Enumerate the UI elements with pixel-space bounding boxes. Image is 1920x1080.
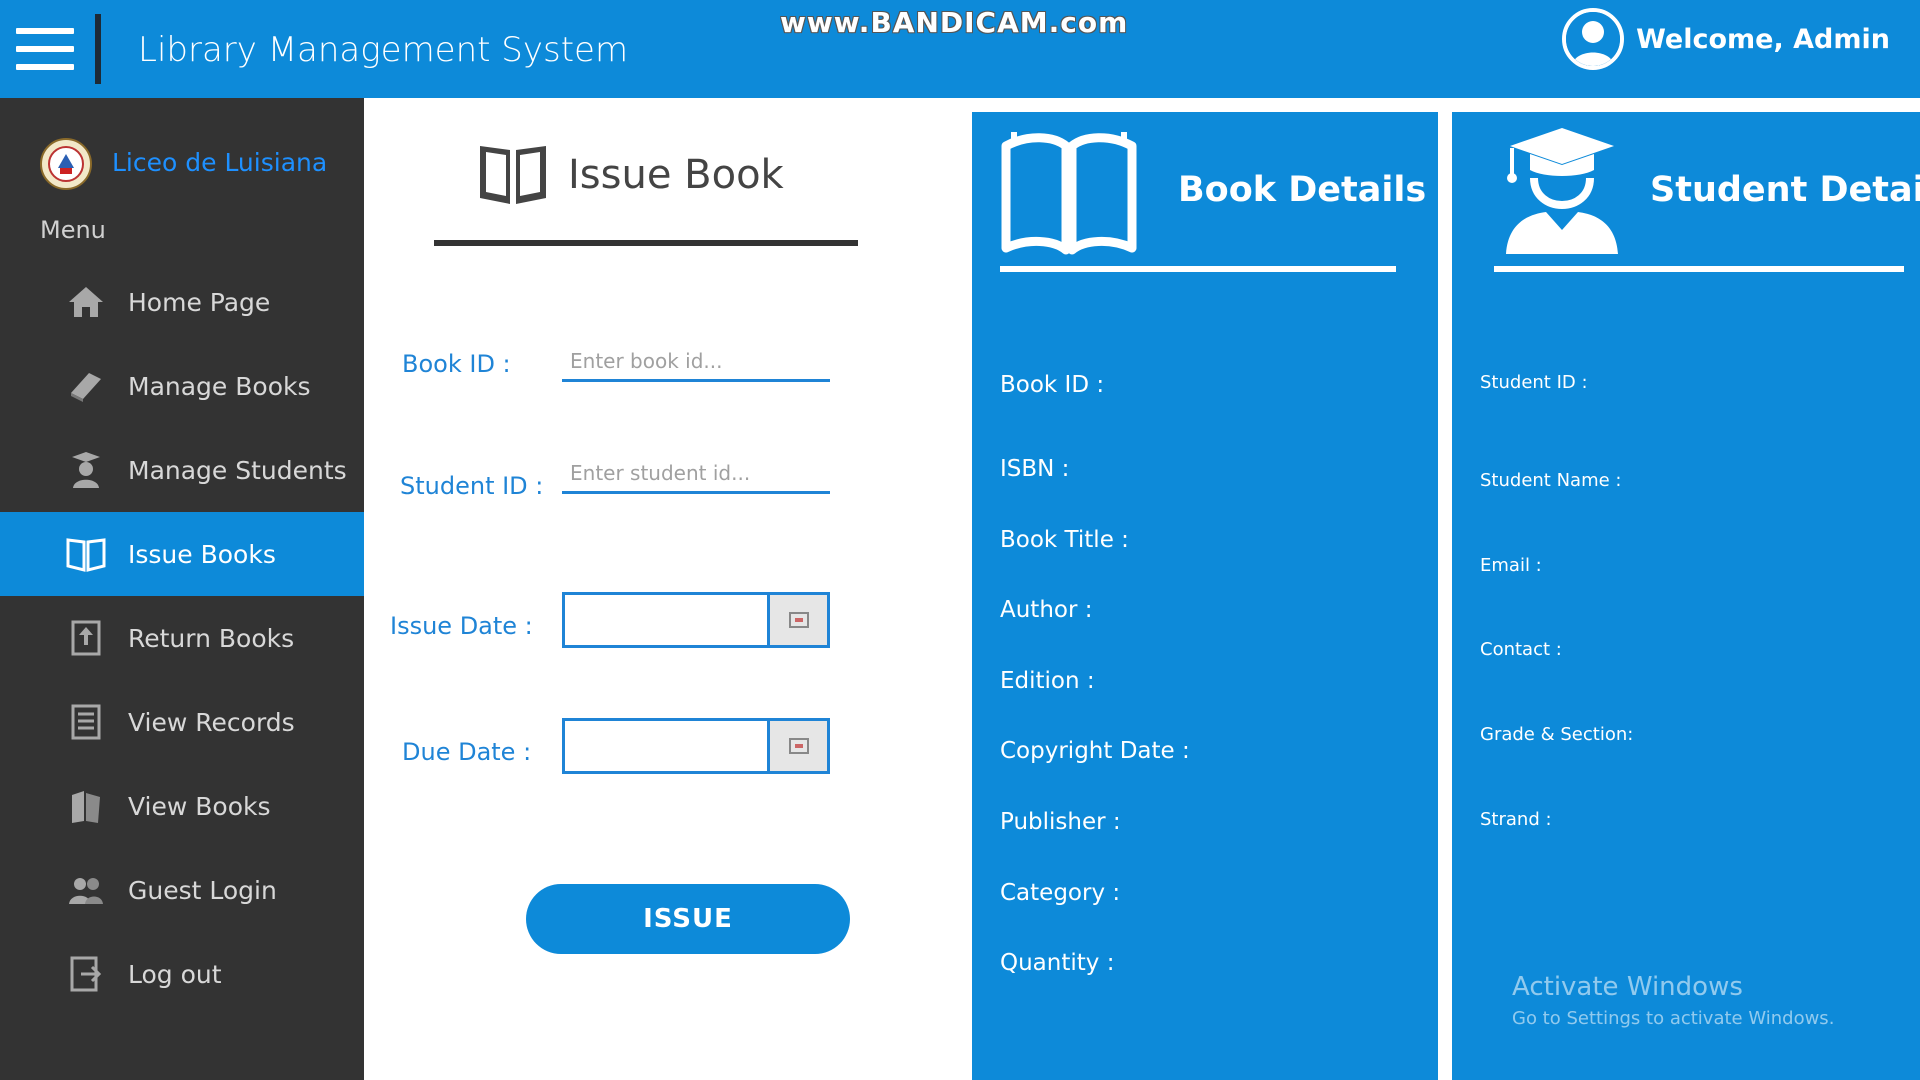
sidebar-item-label: View Books — [128, 791, 271, 821]
issue-date-label: Issue Date : — [390, 612, 533, 640]
email-detail-label: Email : — [1480, 555, 1542, 576]
student-name-detail-label: Student Name : — [1480, 470, 1622, 491]
hamburger-menu-icon[interactable] — [16, 28, 74, 70]
graduate-student-icon — [1500, 126, 1624, 260]
open-book-icon — [476, 138, 550, 212]
sidebar: Liceo de Luisiana Menu Home Page Manage … — [0, 98, 364, 1080]
contact-detail-label: Contact : — [1480, 639, 1562, 660]
sidebar-item-log-out[interactable]: Log out — [0, 932, 364, 1016]
title-underline — [434, 240, 858, 246]
sidebar-item-return-books[interactable]: Return Books — [0, 596, 364, 680]
menu-label: Menu — [40, 216, 106, 244]
logout-icon — [64, 952, 108, 996]
sidebar-item-label: Manage Books — [128, 371, 311, 401]
sidebar-item-label: Return Books — [128, 623, 295, 653]
header-divider — [95, 14, 101, 84]
book-title-detail-label: Book Title : — [1000, 527, 1129, 553]
sidebar-item-view-books[interactable]: View Books — [0, 764, 364, 848]
sidebar-item-label: Issue Books — [128, 539, 276, 569]
issue-date-picker — [562, 592, 830, 648]
due-date-label: Due Date : — [402, 738, 532, 766]
sidebar-item-home-page[interactable]: Home Page — [0, 260, 364, 344]
book-id-input[interactable] — [562, 342, 830, 382]
category-detail-label: Category : — [1000, 880, 1121, 906]
activate-windows-title: Activate Windows — [1512, 972, 1743, 1002]
calendar-icon[interactable] — [767, 721, 827, 771]
author-detail-label: Author : — [1000, 597, 1093, 623]
users-icon — [64, 868, 108, 912]
student-icon — [64, 448, 108, 492]
book-icon — [64, 364, 108, 408]
student-details-panel: Student Details Student ID : Student Nam… — [1452, 112, 1920, 1080]
sidebar-item-label: Log out — [128, 959, 222, 989]
student-id-label: Student ID : — [400, 472, 544, 500]
student-id-detail-label: Student ID : — [1480, 372, 1588, 393]
issue-book-panel: Issue Book Book ID : Student ID : Issue … — [364, 98, 972, 1080]
quantity-detail-label: Quantity : — [1000, 950, 1115, 976]
home-icon — [64, 280, 108, 324]
welcome-text: Welcome, Admin — [1636, 23, 1890, 55]
isbn-detail-label: ISBN : — [1000, 456, 1070, 482]
issue-book-title: Issue Book — [568, 152, 784, 198]
recording-watermark: www.BANDICAM.com — [780, 6, 1129, 39]
edition-detail-label: Edition : — [1000, 668, 1095, 694]
school-name: Liceo de Luisiana — [112, 148, 328, 177]
title-underline — [1494, 266, 1904, 272]
issue-book-header: Issue Book — [476, 138, 784, 212]
sidebar-item-manage-students[interactable]: Manage Students — [0, 428, 364, 512]
open-book-icon — [64, 532, 108, 576]
sidebar-item-view-records[interactable]: View Records — [0, 680, 364, 764]
calendar-icon[interactable] — [767, 595, 827, 645]
return-icon — [64, 616, 108, 660]
publisher-detail-label: Publisher : — [1000, 809, 1121, 835]
sidebar-item-label: View Records — [128, 707, 295, 737]
due-date-field[interactable] — [565, 721, 767, 771]
sidebar-item-guest-login[interactable]: Guest Login — [0, 848, 364, 932]
issue-date-field[interactable] — [565, 595, 767, 645]
strand-detail-label: Strand : — [1480, 809, 1552, 830]
sidebar-item-label: Manage Students — [128, 455, 347, 485]
sidebar-item-label: Guest Login — [128, 875, 277, 905]
open-book-icon — [998, 124, 1140, 262]
grade-section-detail-label: Grade & Section: — [1480, 724, 1634, 745]
issue-button[interactable]: ISSUE — [526, 884, 850, 954]
activate-windows-subtitle: Go to Settings to activate Windows. — [1512, 1008, 1835, 1029]
user-avatar-icon[interactable] — [1562, 8, 1625, 70]
sidebar-item-manage-books[interactable]: Manage Books — [0, 344, 364, 428]
book-id-label: Book ID : — [402, 350, 511, 378]
due-date-picker — [562, 718, 830, 774]
activate-windows-watermark: Activate Windows Go to Settings to activ… — [1512, 972, 1834, 1029]
student-id-input[interactable] — [562, 454, 830, 494]
user-area: Welcome, Admin — [1562, 4, 1890, 74]
book-details-title: Book Details — [1178, 170, 1427, 210]
sidebar-item-issue-books[interactable]: Issue Books — [0, 512, 364, 596]
school-seal-icon — [40, 138, 92, 190]
books-icon — [64, 784, 108, 828]
sidebar-item-label: Home Page — [128, 287, 271, 317]
top-bar: Library Management System www.BANDICAM.c… — [0, 0, 1920, 98]
app-title: Library Management System — [138, 30, 629, 70]
student-details-title: Student Details — [1650, 170, 1920, 210]
list-icon — [64, 700, 108, 744]
book-id-detail-label: Book ID : — [1000, 372, 1105, 398]
copyright-date-detail-label: Copyright Date : — [1000, 738, 1190, 764]
title-underline — [1000, 266, 1396, 272]
book-details-panel: Book Details Book ID : ISBN : Book Title… — [972, 112, 1438, 1080]
